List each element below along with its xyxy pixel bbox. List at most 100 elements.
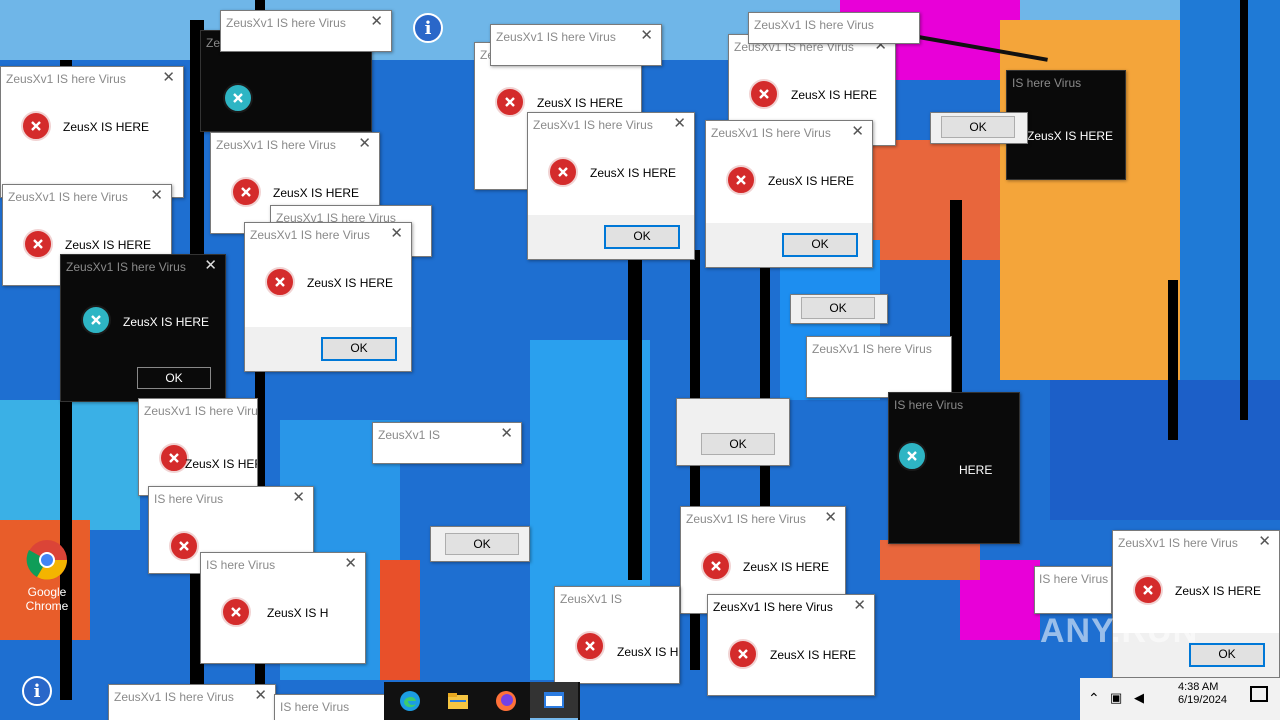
close-icon[interactable]: ✕ [853,598,866,614]
dialog-title-fragment: IS here Virus [154,492,224,506]
ok-button[interactable]: OK [941,116,1015,138]
taskbar-file-explorer[interactable] [434,682,482,720]
close-icon[interactable]: ✕ [292,490,305,506]
close-icon[interactable]: ✕ [150,188,163,204]
glitch-strip [1180,0,1280,420]
ok-button[interactable]: OK [604,225,680,249]
virus-dialog[interactable]: ZeusXv1 IS here Virus [748,12,920,44]
virus-dialog[interactable]: ZeusXv1 IS here Virus ✕ ZeusX IS HERE OK [705,120,873,268]
taskbar [384,682,580,720]
ok-button[interactable]: OK [445,533,519,555]
dialog-message: ZeusX IS HERE [123,315,210,329]
info-icon: i [22,676,52,706]
error-icon [701,551,731,581]
close-icon[interactable]: ✕ [851,124,864,140]
glitch-stripe [628,250,642,580]
error-icon [728,639,758,669]
close-icon[interactable]: ✕ [358,136,371,152]
virus-dialog[interactable]: ZeusXv1 IS here Virus [806,336,952,398]
dialog-message: ZeusX IS HERE [537,96,624,110]
virus-dialog[interactable]: ZeusXv1 IS here Virus ✕ [490,24,662,66]
virus-dialog-footer: OK [930,112,1028,144]
close-icon[interactable]: ✕ [254,688,267,704]
tray-chevron-icon[interactable]: ⌃ [1088,690,1100,707]
dialog-message: ZeusX IS HERE [63,120,150,134]
dialog-title: ZeusXv1 IS here Virus [66,260,186,274]
virus-dialog[interactable]: IS here Virus [1034,566,1112,614]
virus-dialog[interactable]: ZeusXv1 IS here Virus ✕ ZeusX IS HERE [707,594,875,696]
dialog-message: ZeusX IS HERE [307,276,394,290]
error-icon [231,177,261,207]
dialog-title: ZeusXv1 IS here Virus [1118,536,1238,550]
dialog-title-fragment: ZeusXv1 IS [378,428,441,442]
error-icon [23,229,53,259]
virus-dialog[interactable]: IS here Virus [274,694,386,720]
taskbar-edge[interactable] [386,682,434,720]
close-icon[interactable]: ✕ [370,14,383,30]
dialog-title-fragment: ZeusXv1 IS [560,592,623,606]
virus-dialog[interactable]: IS here Virus ✕ ZeusX IS H [200,552,366,664]
ok-button[interactable]: OK [1189,643,1265,667]
virus-dialog[interactable]: ZeusXv1 IS here Virus ✕ [108,684,276,720]
error-icon [81,305,111,335]
error-icon [265,267,295,297]
volume-icon[interactable]: ◀ [1134,690,1144,706]
tray-clock[interactable]: 4:38 AM 6/19/2024 [1178,681,1227,707]
virus-dialog[interactable]: ZeusXv1 IS here Virus ✕ ZeusX IS HERE [0,66,184,198]
virus-dialog[interactable]: ZeusXv1 IS here Virus ✕ ZeusX IS HERE OK [244,222,412,372]
ok-button[interactable]: OK [321,337,397,361]
close-icon[interactable]: ✕ [1258,534,1271,550]
virus-dialog-footer: OK [790,294,888,324]
dialog-title: ZeusXv1 IS here Virus [216,138,336,152]
error-icon [169,531,199,561]
virus-dialog[interactable]: ZeusXv1 IS here Virus ✕ [220,10,392,52]
dialog-title: ZeusXv1 IS here Virus [754,18,874,32]
network-icon[interactable]: ▣ [1110,690,1122,706]
glitch-stripe [1240,0,1248,420]
dialog-title: ZeusXv1 IS here Virus [6,72,126,86]
ok-button[interactable]: OK [782,233,858,257]
notification-icon[interactable] [1250,686,1268,702]
close-icon[interactable]: ✕ [204,258,217,274]
close-icon[interactable]: ✕ [390,226,403,242]
glitch-strip [860,140,1000,260]
firefox-icon [496,691,516,711]
ok-button[interactable]: OK [137,367,211,389]
active-app-icon [544,692,564,708]
edge-icon [400,691,420,711]
virus-dialog[interactable]: ZeusXv1 IS here Virus ✕ ZeusX IS HERE OK [60,254,226,402]
dialog-message: ZeusX IS HERE [65,238,152,252]
close-icon[interactable]: ✕ [640,28,653,44]
error-icon [495,87,525,117]
taskbar-active-app[interactable] [530,682,578,720]
desktop: i i ZeusXv1 IS here Virus ✕ ZeusX IS HER… [0,0,1280,720]
dialog-title: ZeusXv1 IS here Virus [711,126,831,140]
ok-button[interactable]: OK [801,297,875,319]
close-icon[interactable]: ✕ [673,116,686,132]
dialog-message: ZeusX IS HERE [590,166,677,180]
error-icon [548,157,578,187]
dialog-message-fragment: ZeusX IS H [267,606,329,620]
close-icon[interactable]: ✕ [824,510,837,526]
virus-dialog[interactable]: ZeusXv1 IS here Virus ZeusX IS HERE [138,398,258,496]
desktop-icon-chrome[interactable]: Google Chrome [14,538,80,613]
dialog-title: ZeusXv1 IS here Virus [114,690,234,704]
close-icon[interactable]: ✕ [344,556,357,572]
dialog-title: ZeusXv1 IS here Virus [713,600,833,614]
ok-button[interactable]: OK [701,433,775,455]
close-icon[interactable]: ✕ [500,426,513,442]
chrome-icon [26,540,67,580]
glitch-strip [380,560,420,680]
virus-dialog[interactable]: IS here Virus HERE [888,392,1020,544]
virus-dialog-footer: OK [676,398,790,466]
virus-dialog[interactable]: ZeusXv1 IS here Virus ✕ ZeusX IS HERE OK [527,112,695,260]
close-icon[interactable]: ✕ [162,70,175,86]
error-icon [726,165,756,195]
dialog-title: ZeusXv1 IS here Virus [686,512,806,526]
virus-dialog[interactable]: ZeusXv1 IS ZeusX IS HERE [554,586,680,684]
file-explorer-icon [448,693,468,709]
virus-dialog[interactable]: ZeusXv1 IS here Virus ✕ ZeusX IS HERE OK [1112,530,1280,678]
glitch-strip [880,540,980,580]
virus-dialog[interactable]: ZeusXv1 IS ✕ [372,422,522,464]
taskbar-firefox[interactable] [482,682,530,720]
